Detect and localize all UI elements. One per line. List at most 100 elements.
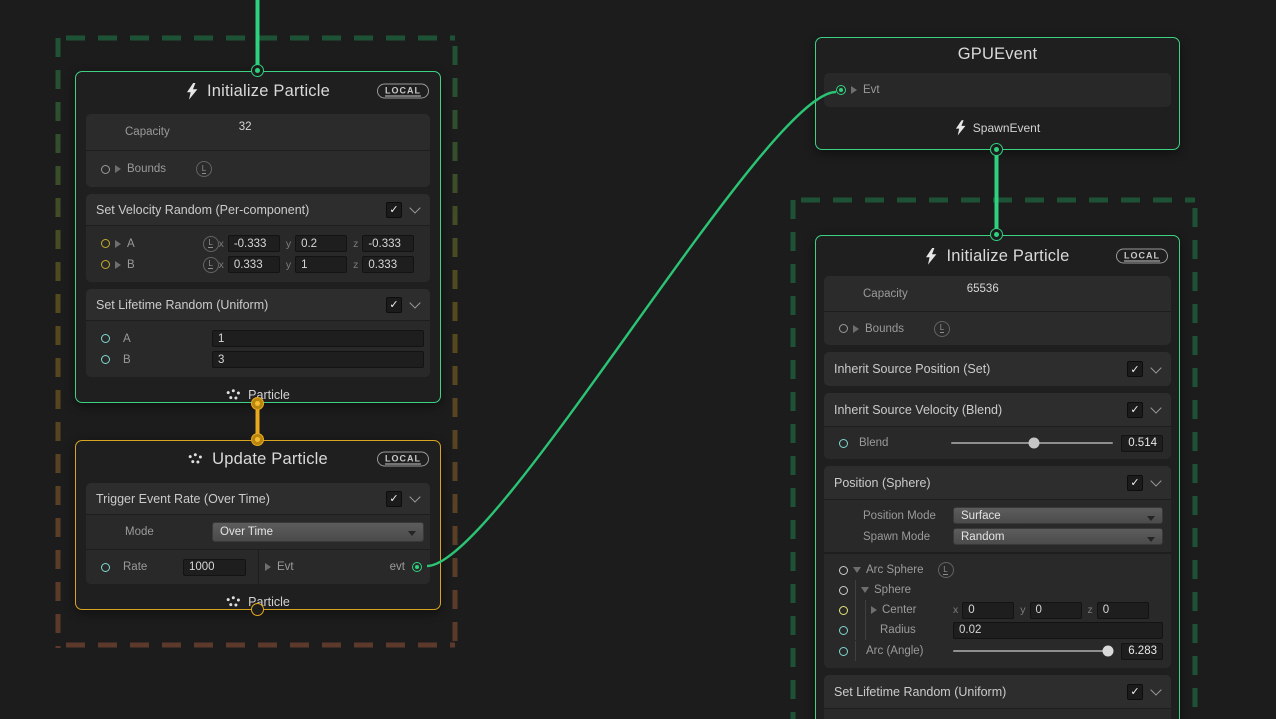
node-title: Initialize Particle bbox=[207, 82, 330, 101]
capacity-row: Capacity 32 bbox=[86, 114, 430, 150]
node-header[interactable]: Initialize Particle LOCAL bbox=[816, 236, 1179, 276]
z-field[interactable]: -0.333 bbox=[362, 235, 414, 252]
block-header[interactable]: Set Velocity Random (Per-component) bbox=[86, 194, 430, 225]
blend-field[interactable]: 0.514 bbox=[1121, 435, 1163, 452]
value-field[interactable]: 1 bbox=[212, 330, 424, 347]
y-field[interactable]: 0.2 bbox=[295, 235, 347, 252]
block-enabled-checkbox[interactable] bbox=[1127, 475, 1143, 491]
vector3-port[interactable] bbox=[101, 239, 110, 248]
x-field[interactable]: 0.333 bbox=[228, 256, 280, 273]
blend-slider[interactable] bbox=[951, 442, 1113, 444]
z-field[interactable]: 0.333 bbox=[362, 256, 414, 273]
node-title: Initialize Particle bbox=[946, 247, 1069, 266]
local-space-icon[interactable]: L bbox=[938, 562, 954, 578]
bolt-icon bbox=[925, 248, 937, 265]
foldout-arrow-icon[interactable] bbox=[861, 587, 869, 593]
x-field[interactable]: 0 bbox=[962, 602, 1014, 619]
bounds-row: Bounds L bbox=[824, 312, 1171, 345]
local-space-icon[interactable]: L bbox=[196, 161, 212, 177]
block-title: Inherit Source Velocity (Blend) bbox=[834, 403, 1002, 417]
block-header[interactable]: Set Lifetime Random (Uniform) bbox=[86, 289, 430, 320]
expand-arrow-icon[interactable] bbox=[115, 240, 121, 248]
mode-dropdown[interactable]: Over Time bbox=[212, 522, 424, 542]
block-header[interactable]: Trigger Event Rate (Over Time) bbox=[86, 483, 430, 514]
flow-input-port-update[interactable] bbox=[251, 433, 264, 446]
node-header[interactable]: Update Particle LOCAL bbox=[76, 441, 440, 477]
collapse-chevron-icon[interactable] bbox=[409, 297, 420, 308]
float-port[interactable] bbox=[101, 563, 110, 572]
evt-input-port[interactable] bbox=[836, 85, 846, 95]
float-port[interactable] bbox=[101, 355, 110, 364]
block-enabled-checkbox[interactable] bbox=[1127, 361, 1143, 377]
collapse-chevron-icon[interactable] bbox=[409, 202, 420, 213]
vector3-port[interactable] bbox=[839, 606, 848, 615]
bounds-port[interactable] bbox=[101, 165, 110, 174]
expand-arrow-icon[interactable] bbox=[871, 606, 877, 614]
bounds-port[interactable] bbox=[839, 324, 848, 333]
local-space-badge[interactable]: LOCAL bbox=[377, 452, 429, 467]
rate-field[interactable]: 1000 bbox=[183, 559, 246, 576]
collapse-chevron-icon[interactable] bbox=[1150, 475, 1161, 486]
block-enabled-checkbox[interactable] bbox=[386, 297, 402, 313]
foldout-arrow-icon[interactable] bbox=[853, 567, 861, 573]
vector3-port[interactable] bbox=[101, 260, 110, 269]
x-field[interactable]: -0.333 bbox=[228, 235, 280, 252]
local-space-badge[interactable]: LOCAL bbox=[377, 84, 429, 99]
float-port[interactable] bbox=[839, 626, 848, 635]
flow-input-port-initialize-right[interactable] bbox=[990, 228, 1003, 241]
position-mode-dropdown[interactable]: Surface bbox=[953, 507, 1163, 524]
arc-field[interactable]: 6.283 bbox=[1121, 643, 1163, 660]
local-space-icon[interactable]: L bbox=[934, 321, 950, 337]
local-space-icon[interactable]: L bbox=[203, 236, 219, 252]
block-header[interactable]: Inherit Source Velocity (Blend) bbox=[824, 393, 1171, 426]
collapse-chevron-icon[interactable] bbox=[409, 491, 420, 502]
block-header[interactable]: Position (Sphere) bbox=[824, 466, 1171, 499]
capacity-field[interactable]: 65536 bbox=[960, 283, 1159, 295]
local-space-icon[interactable]: L bbox=[203, 257, 219, 273]
block-header[interactable]: Set Lifetime Random (Uniform) bbox=[824, 675, 1171, 708]
flow-input-port-initialize-left[interactable] bbox=[251, 64, 264, 77]
indent-guide bbox=[865, 620, 866, 640]
slider-knob[interactable] bbox=[1028, 438, 1039, 449]
slider-knob[interactable] bbox=[1103, 646, 1114, 657]
arcsphere-port[interactable] bbox=[839, 566, 848, 575]
flow-output-port-update[interactable] bbox=[251, 603, 264, 616]
collapse-chevron-icon[interactable] bbox=[1150, 684, 1161, 695]
y-field[interactable]: 0 bbox=[1030, 602, 1082, 619]
collapse-chevron-icon[interactable] bbox=[1150, 402, 1161, 413]
arc-angle-label: Arc (Angle) bbox=[866, 645, 924, 657]
node-header[interactable]: Initialize Particle LOCAL bbox=[76, 72, 440, 110]
z-field[interactable]: 0 bbox=[1097, 602, 1149, 619]
expand-arrow-icon[interactable] bbox=[115, 165, 121, 173]
radius-field[interactable]: 0.02 bbox=[953, 622, 1163, 639]
vfx-graph-canvas[interactable]: Initialize Particle LOCAL Capacity 32 Bo… bbox=[0, 0, 1276, 719]
node-initialize-particle-right: Initialize Particle LOCAL Capacity 65536… bbox=[815, 235, 1180, 719]
block-header[interactable]: Inherit Source Position (Set) bbox=[824, 352, 1171, 386]
expand-arrow-icon[interactable] bbox=[853, 325, 859, 333]
flow-output-port-gpuevent[interactable] bbox=[990, 143, 1003, 156]
spawn-mode-dropdown[interactable]: Random bbox=[953, 528, 1163, 545]
block-enabled-checkbox[interactable] bbox=[1127, 402, 1143, 418]
particle-icon bbox=[226, 596, 241, 608]
float-port[interactable] bbox=[839, 439, 848, 448]
capacity-field[interactable]: 32 bbox=[232, 121, 418, 133]
block-enabled-checkbox[interactable] bbox=[386, 202, 402, 218]
block-enabled-checkbox[interactable] bbox=[386, 491, 402, 507]
block-set-lifetime-random: Set Lifetime Random (Uniform) A 1 B 3 bbox=[86, 289, 430, 377]
block-enabled-checkbox[interactable] bbox=[1127, 684, 1143, 700]
float-port[interactable] bbox=[101, 334, 110, 343]
axis-x-label: x bbox=[219, 259, 224, 271]
property-label: B bbox=[127, 259, 141, 271]
edge-evt-update-to-gpuevent[interactable] bbox=[427, 92, 836, 566]
y-field[interactable]: 1 bbox=[295, 256, 347, 273]
local-space-badge[interactable]: LOCAL bbox=[1116, 249, 1168, 264]
float-port[interactable] bbox=[839, 647, 848, 656]
collapse-chevron-icon[interactable] bbox=[1150, 362, 1161, 373]
evt-output-port[interactable] bbox=[412, 562, 422, 572]
arc-slider[interactable] bbox=[953, 650, 1113, 652]
node-header[interactable]: GPUEvent bbox=[816, 38, 1179, 71]
value-field[interactable]: 3 bbox=[212, 351, 424, 368]
flow-output-port-initialize-left[interactable] bbox=[251, 397, 264, 410]
sphere-port[interactable] bbox=[839, 586, 848, 595]
expand-arrow-icon[interactable] bbox=[115, 261, 121, 269]
